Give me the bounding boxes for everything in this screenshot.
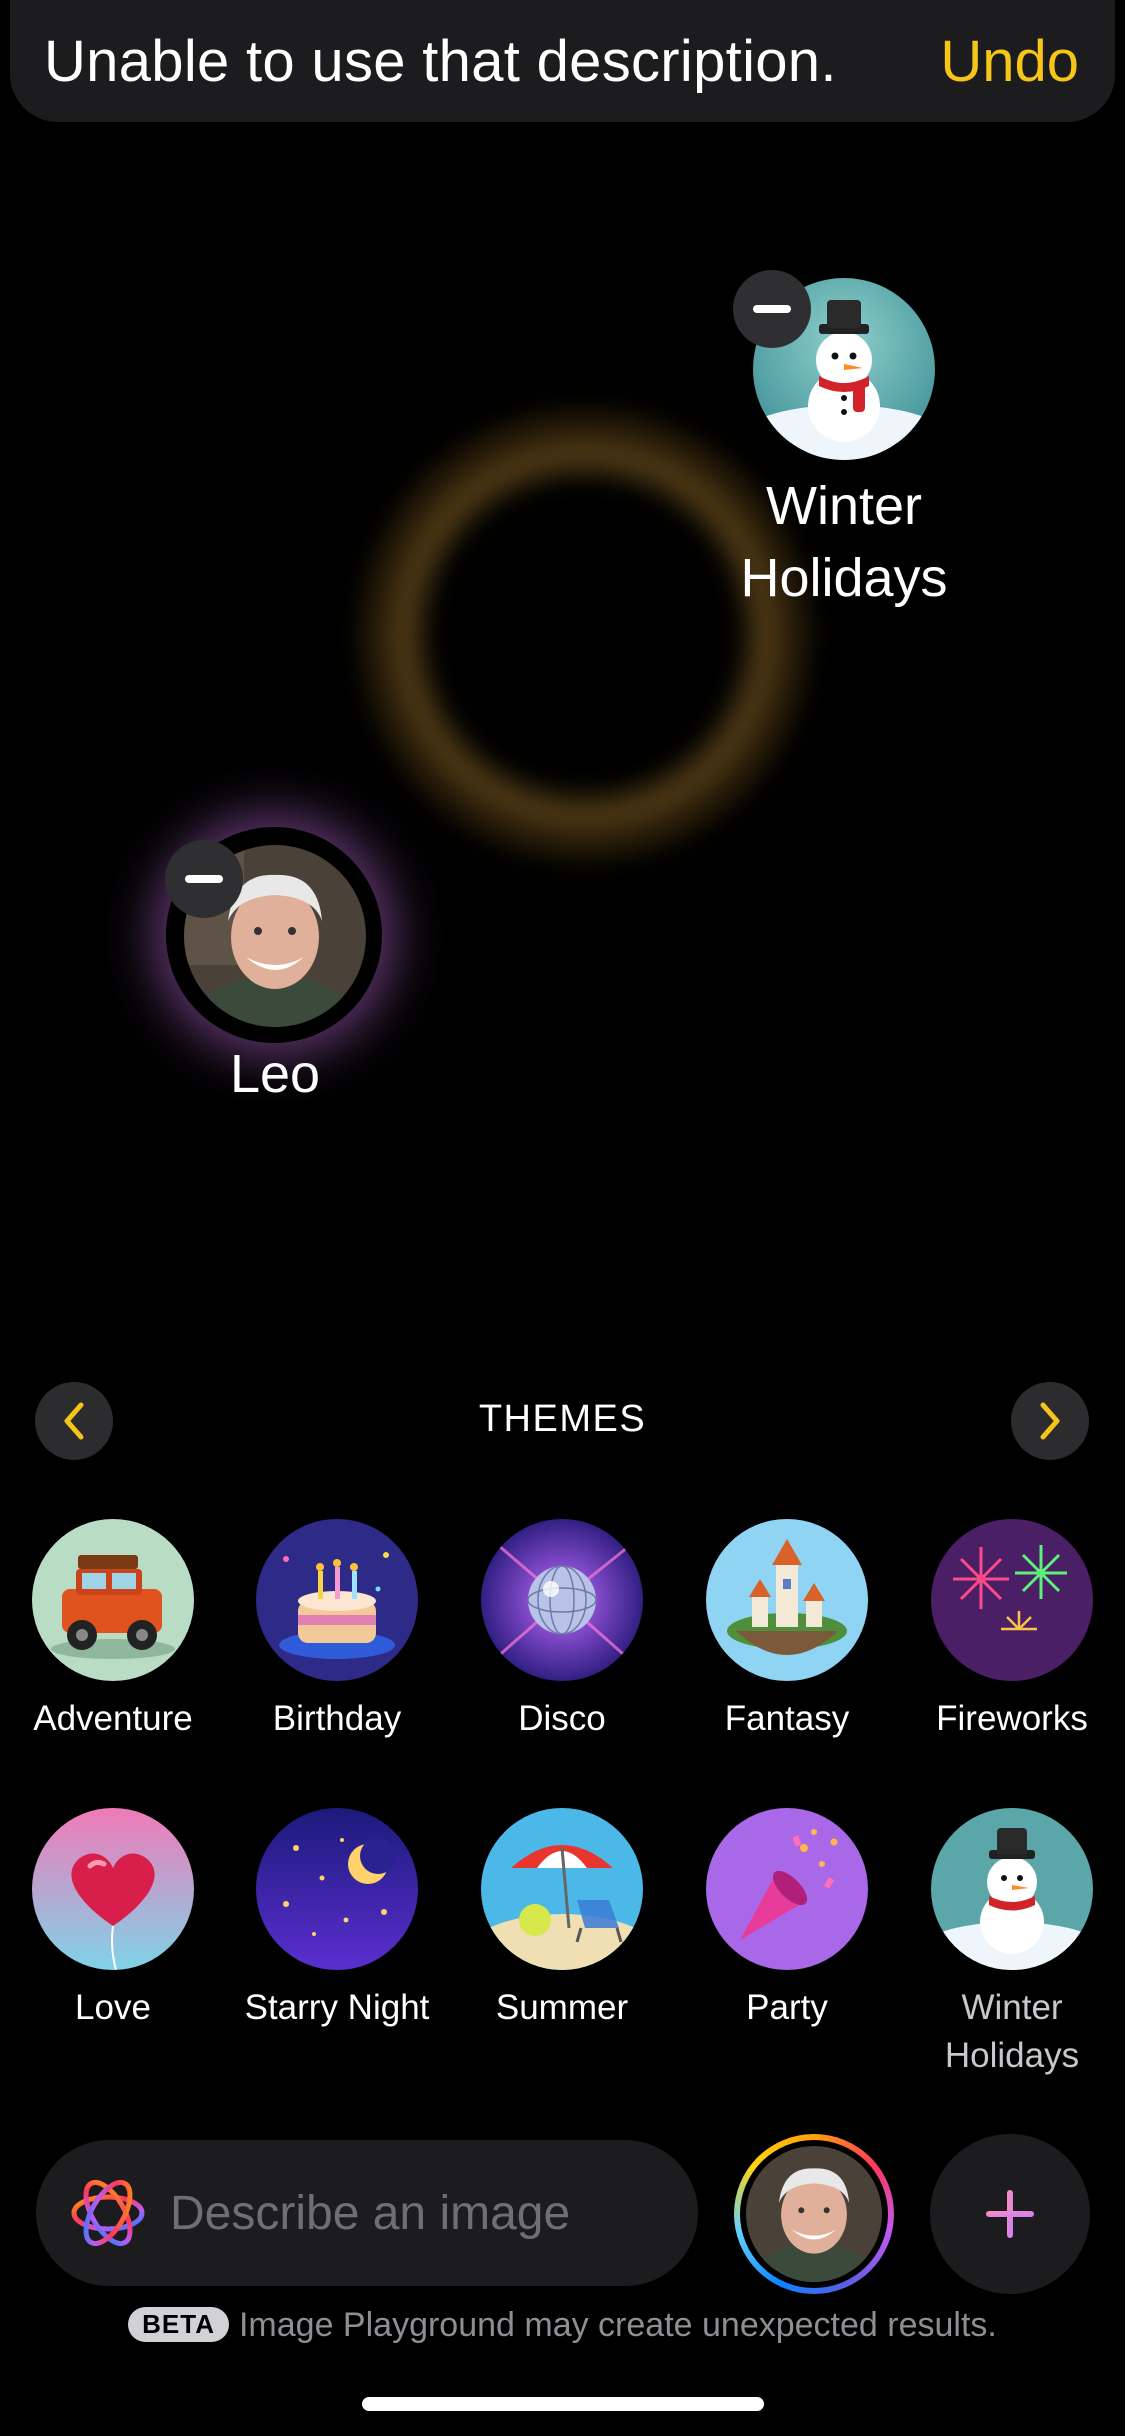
jeep-icon (32, 1519, 194, 1681)
castle-icon (706, 1519, 868, 1681)
add-button[interactable] (930, 2134, 1090, 2294)
remove-leo-button[interactable] (165, 840, 243, 918)
theme-summer[interactable]: Summer (457, 1808, 667, 2032)
fireworks-icon (931, 1519, 1093, 1681)
theme-winter-holidays[interactable]: Winter Holidays (907, 1808, 1117, 2080)
minus-icon (185, 875, 223, 883)
theme-label: Fireworks (936, 1699, 1088, 1738)
moon-stars-icon (256, 1808, 418, 1970)
home-indicator[interactable] (362, 2397, 764, 2411)
theme-label: Winter Holidays (944, 1988, 1080, 2075)
disco-ball-icon (481, 1519, 643, 1681)
concept-label-leo: Leo (229, 1044, 321, 1104)
chevron-right-icon (1040, 1402, 1060, 1440)
theme-label: Party (746, 1988, 828, 2027)
theme-label: Love (75, 1988, 151, 2027)
theme-adventure[interactable]: Adventure (8, 1519, 218, 1743)
theme-label: Adventure (33, 1699, 193, 1738)
theme-label: Birthday (272, 1699, 402, 1738)
beach-icon (481, 1808, 643, 1970)
undo-button[interactable]: Undo (940, 28, 1079, 95)
snowman-icon (931, 1808, 1093, 1970)
theme-fireworks[interactable]: Fireworks (907, 1519, 1117, 1743)
image-playground-icon (71, 2179, 145, 2247)
person-picker-button[interactable] (734, 2134, 894, 2294)
theme-label: Fantasy (724, 1699, 850, 1738)
beta-badge: BETA (128, 2307, 229, 2342)
theme-birthday[interactable]: Birthday (232, 1519, 442, 1743)
disclaimer-text: Image Playground may create unexpected r… (238, 2306, 997, 2344)
heart-balloon-icon (32, 1808, 194, 1970)
theme-label: Summer (495, 1988, 629, 2027)
theme-party[interactable]: Party (682, 1808, 892, 2032)
theme-love[interactable]: Love (8, 1808, 218, 2032)
image-playground-screen: Unable to use that description. Undo Win… (0, 0, 1125, 2436)
theme-label: Starry Night (244, 1988, 430, 2027)
remove-winter-holidays-button[interactable] (733, 270, 811, 348)
beta-disclaimer: BETA Image Playground may create unexpect… (0, 2306, 1125, 2345)
person-photo (746, 2146, 882, 2282)
describe-image-field[interactable] (36, 2140, 698, 2286)
minus-icon (753, 305, 791, 313)
themes-title: THEMES (478, 1398, 647, 1440)
plus-icon (986, 2190, 1034, 2238)
theme-label: Disco (518, 1699, 606, 1738)
toast-message: Unable to use that description. (44, 28, 837, 94)
theme-starry-night[interactable]: Starry Night (232, 1808, 442, 2032)
party-popper-icon (706, 1808, 868, 1970)
describe-image-input[interactable] (168, 2184, 652, 2242)
cake-icon (256, 1519, 418, 1681)
theme-disco[interactable]: Disco (457, 1519, 667, 1743)
error-toast: Unable to use that description. Undo (10, 0, 1115, 122)
concept-label-line2: Holidays (740, 548, 948, 608)
themes-next-button[interactable] (1011, 1382, 1089, 1460)
concept-label-winter-holidays: Winter Holidays (694, 470, 994, 614)
theme-fantasy[interactable]: Fantasy (682, 1519, 892, 1743)
concept-label-line1: Winter (765, 476, 922, 536)
